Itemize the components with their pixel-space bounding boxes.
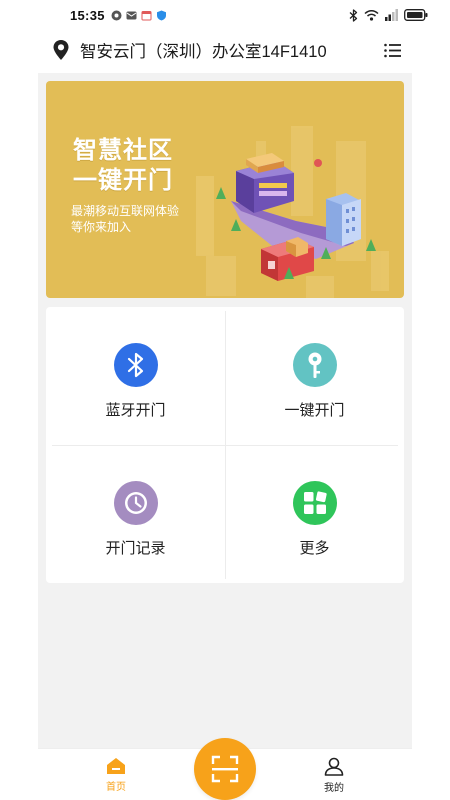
signal-icon [385, 9, 398, 21]
one-key-open-label: 一键开门 [284, 402, 345, 419]
open-records-button[interactable]: 开门记录 [46, 445, 225, 583]
key-icon [292, 343, 337, 387]
nav-home-label: 首页 [106, 782, 126, 793]
bluetooth-open-button[interactable]: 蓝牙开门 [46, 307, 225, 445]
one-key-open-button[interactable]: 一键开门 [225, 307, 404, 445]
status-notifications [111, 10, 167, 21]
scan-button[interactable] [194, 738, 256, 800]
screen: 15:35 智安云门（深圳）办公室14F1410 智慧社区 一键开门 最潮移动互… [0, 0, 450, 800]
status-right [349, 8, 428, 22]
location-title[interactable]: 智安云门（深圳）办公室14F1410 [80, 38, 327, 62]
settings-icon [111, 10, 122, 20]
banner-title: 智慧社区 一键开门 [73, 136, 173, 196]
status-time: 15:35 [70, 7, 105, 23]
mail-icon [126, 11, 137, 19]
list-menu-icon [383, 43, 401, 57]
bluetooth-open-label: 蓝牙开门 [105, 402, 166, 419]
more-label: 更多 [299, 540, 330, 557]
open-records-label: 开门记录 [105, 540, 166, 557]
more-button[interactable]: 更多 [225, 445, 404, 583]
shield-icon [156, 10, 166, 20]
function-grid: 蓝牙开门 一键开门 开门记录 更多 [46, 307, 404, 583]
location-pin-icon[interactable] [52, 39, 70, 61]
banner-subtitle: 最潮移动互联网体验 等你来加入 [71, 203, 179, 235]
promo-banner[interactable]: 智慧社区 一键开门 最潮移动互联网体验 等你来加入 [46, 81, 404, 298]
home-icon [107, 758, 125, 774]
menu-button[interactable] [382, 40, 402, 60]
user-icon [324, 757, 344, 776]
scan-icon [211, 755, 239, 783]
header: 智安云门（深圳）办公室14F1410 [0, 30, 450, 70]
nav-home[interactable]: 首页 [86, 757, 146, 793]
bottom-nav: 首页 我的 [38, 738, 412, 800]
banner-subtitle-line2: 等你来加入 [71, 220, 132, 234]
calendar-icon [141, 10, 152, 20]
status-bar: 15:35 [0, 0, 450, 30]
banner-title-line1: 智慧社区 [73, 137, 173, 164]
nav-mine[interactable]: 我的 [304, 757, 364, 794]
bluetooth-icon [113, 343, 158, 387]
bluetooth-status-icon [349, 8, 358, 22]
banner-title-line2: 一键开门 [73, 167, 173, 194]
nav-mine-label: 我的 [324, 783, 344, 794]
banner-subtitle-line1: 最潮移动互联网体验 [71, 204, 180, 218]
battery-icon [404, 9, 428, 21]
more-grid-icon [292, 481, 337, 525]
clock-icon [113, 481, 158, 525]
wifi-icon [364, 9, 379, 21]
